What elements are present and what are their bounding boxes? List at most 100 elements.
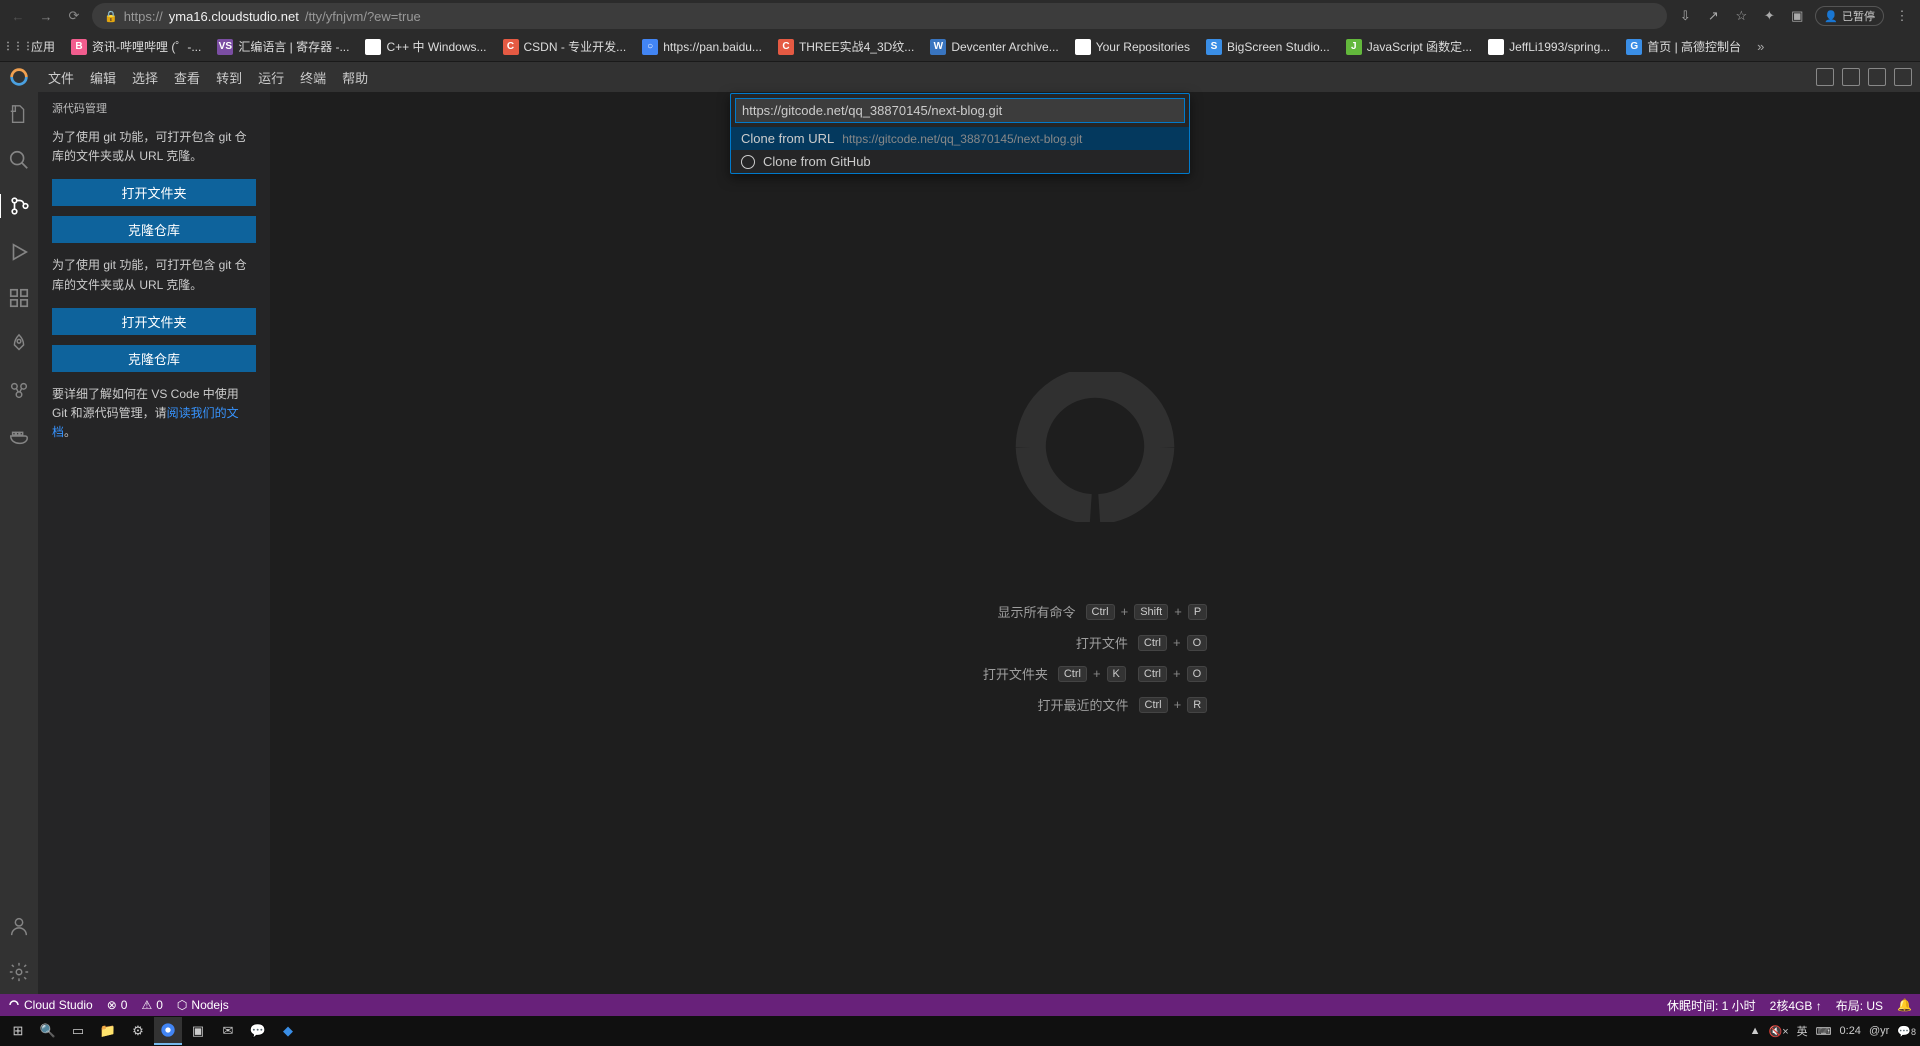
apps-shortcut[interactable]: ⋮⋮⋮应用 (10, 38, 55, 55)
toggle-secondary-icon[interactable] (1868, 68, 1886, 86)
menu-查看[interactable]: 查看 (166, 67, 208, 90)
bookmark-item[interactable]: WDevcenter Archive... (930, 39, 1058, 55)
status-item[interactable]: 布局: US (1836, 997, 1883, 1014)
run-debug-icon[interactable] (7, 240, 31, 264)
keyboard-icon[interactable]: ⌨ (1816, 1025, 1832, 1038)
bookmark-item[interactable]: ○JeffLi1993/spring... (1488, 39, 1610, 55)
notification-icon[interactable]: 💬8 (1897, 1025, 1916, 1038)
app-logo-icon (8, 66, 30, 88)
bookmark-item[interactable]: ■C++ 中 Windows... (365, 38, 486, 55)
start-button[interactable]: ⊞ (4, 1017, 32, 1045)
layout-controls (1816, 68, 1912, 86)
quick-input-option[interactable]: Clone from GitHub (731, 150, 1189, 173)
bookmarks-overflow-icon[interactable]: » (1757, 39, 1764, 54)
url-prefix: https:// (124, 9, 163, 24)
server-icon[interactable] (7, 378, 31, 402)
docker-icon[interactable] (7, 424, 31, 448)
bookmark-item[interactable]: VS汇编语言 | 寄存器 -... (217, 38, 349, 55)
side-panel-icon[interactable]: ▣ (1787, 6, 1807, 26)
bookmark-item[interactable]: SBigScreen Studio... (1206, 39, 1330, 55)
search-task-icon[interactable]: 🔍 (34, 1017, 62, 1045)
file-explorer-icon[interactable]: 📁 (94, 1017, 122, 1045)
github-icon (741, 155, 755, 169)
clone-repo-button[interactable]: 克隆仓库 (52, 216, 256, 243)
rocket-icon[interactable] (7, 332, 31, 356)
status-item[interactable]: Cloud Studio (8, 998, 93, 1012)
forward-button[interactable]: → (36, 6, 56, 26)
clock[interactable]: 0:24 (1840, 1025, 1861, 1037)
bookmark-item[interactable]: JJavaScript 函数定... (1346, 38, 1472, 55)
task-view-icon[interactable]: ▭ (64, 1017, 92, 1045)
back-button[interactable]: ← (8, 6, 28, 26)
url-host: yma16.cloudstudio.net (169, 9, 299, 24)
status-item[interactable]: 休眠时间: 1 小时 (1667, 997, 1756, 1014)
search-icon[interactable] (7, 148, 31, 172)
status-item[interactable]: ⬡Nodejs (177, 998, 229, 1012)
windows-taskbar: ⊞ 🔍 ▭ 📁 ⚙ ▣ ✉ 💬 ◆ ▲ 🔇× 英 ⌨ 0:24 @yr 💬8 (0, 1016, 1920, 1046)
watermark-logo-icon (985, 372, 1205, 522)
sidebar-help-text-1: 为了使用 git 功能，可打开包含 git 仓库的文件夹或从 URL 克隆。 (52, 128, 256, 166)
settings-task-icon[interactable]: ⚙ (124, 1017, 152, 1045)
star-icon[interactable]: ☆ (1731, 6, 1751, 26)
shortcut-row: 打开文件Ctrl+O (983, 633, 1207, 652)
status-item[interactable]: ⚠0 (141, 998, 162, 1012)
quick-input-modal: Clone from URL https://gitcode.net/qq_38… (730, 93, 1190, 174)
menu-帮助[interactable]: 帮助 (334, 67, 376, 90)
bookmark-item[interactable]: ○https://pan.baidu... (642, 39, 762, 55)
browser-menu-icon[interactable]: ⋮ (1892, 6, 1912, 26)
extensions-icon[interactable]: ✦ (1759, 6, 1779, 26)
clone-url-input[interactable] (735, 98, 1185, 123)
wechat-icon[interactable]: 💬 (244, 1017, 272, 1045)
sidebar-help-text-2: 为了使用 git 功能，可打开包含 git 仓库的文件夹或从 URL 克隆。 (52, 256, 256, 294)
account-icon[interactable] (7, 914, 31, 938)
shortcut-row: 显示所有命令Ctrl+Shift+P (983, 602, 1207, 621)
settings-gear-icon[interactable] (7, 960, 31, 984)
bookmark-item[interactable]: CCSDN - 专业开发... (503, 38, 627, 55)
chrome-icon[interactable] (154, 1017, 182, 1045)
sidebar-panel: 源代码管理 为了使用 git 功能，可打开包含 git 仓库的文件夹或从 URL… (38, 92, 270, 994)
extensions-grid-icon[interactable] (7, 286, 31, 310)
shortcut-row: 打开最近的文件Ctrl+R (983, 695, 1207, 714)
bookmark-item[interactable]: CTHREE实战4_3D纹... (778, 38, 914, 55)
toggle-sidebar-icon[interactable] (1816, 68, 1834, 86)
open-folder-button-2[interactable]: 打开文件夹 (52, 308, 256, 335)
volume-mute-icon[interactable]: 🔇× (1769, 1025, 1789, 1038)
reload-button[interactable]: ⟳ (64, 6, 84, 26)
menu-运行[interactable]: 运行 (250, 67, 292, 90)
customize-layout-icon[interactable] (1894, 68, 1912, 86)
explorer-icon[interactable] (7, 102, 31, 126)
menu-终端[interactable]: 终端 (292, 67, 334, 90)
mail-icon[interactable]: ✉ (214, 1017, 242, 1045)
editor-area: 显示所有命令Ctrl+Shift+P 打开文件Ctrl+O 打开文件夹Ctrl+KC… (270, 92, 1920, 994)
status-item[interactable]: ⊗0 (107, 998, 128, 1012)
bookmark-item[interactable]: G首页 | 高德控制台 (1626, 38, 1741, 55)
ime-icon[interactable]: 英 (1797, 1023, 1808, 1039)
vscode-icon[interactable]: ◆ (274, 1017, 302, 1045)
menu-文件[interactable]: 文件 (40, 67, 82, 90)
bookmarks-bar: ⋮⋮⋮应用 B资讯-哔哩哔哩 (゜-... VS汇编语言 | 寄存器 -... ■C+… (0, 32, 1920, 62)
tray-expand-icon[interactable]: ▲ (1750, 1025, 1761, 1037)
share-icon[interactable]: ↗ (1703, 6, 1723, 26)
app-menubar: 文件编辑选择查看转到运行终端帮助 (0, 62, 1920, 92)
menu-编辑[interactable]: 编辑 (82, 67, 124, 90)
menu-转到[interactable]: 转到 (208, 67, 250, 90)
status-item[interactable]: 🔔 (1897, 998, 1912, 1012)
terminal-icon[interactable]: ▣ (184, 1017, 212, 1045)
welcome-shortcuts: 显示所有命令Ctrl+Shift+P 打开文件Ctrl+O 打开文件夹Ctrl+KC… (983, 602, 1207, 714)
lock-icon: 🔒 (104, 10, 118, 23)
menu-选择[interactable]: 选择 (124, 67, 166, 90)
toggle-panel-icon[interactable] (1842, 68, 1860, 86)
quick-input-option[interactable]: Clone from URL https://gitcode.net/qq_38… (731, 127, 1189, 150)
status-item[interactable]: 2核4GB ↑ (1770, 997, 1822, 1014)
profile-paused-badge[interactable]: 👤已暂停 (1815, 6, 1884, 26)
url-path: /tty/yfnjvm/?ew=true (305, 9, 421, 24)
activity-bar (0, 92, 38, 994)
bookmark-item[interactable]: ○Your Repositories (1075, 39, 1190, 55)
open-folder-button[interactable]: 打开文件夹 (52, 179, 256, 206)
bookmark-item[interactable]: B资讯-哔哩哔哩 (゜-... (71, 38, 201, 55)
download-icon[interactable]: ⇩ (1675, 6, 1695, 26)
url-input[interactable]: 🔒 https:// yma16.cloudstudio.net/tty/yfnj… (92, 3, 1667, 29)
source-control-icon[interactable] (0, 194, 37, 218)
shortcut-row: 打开文件夹Ctrl+KCtrl+O (983, 664, 1207, 683)
clone-repo-button-2[interactable]: 克隆仓库 (52, 345, 256, 372)
